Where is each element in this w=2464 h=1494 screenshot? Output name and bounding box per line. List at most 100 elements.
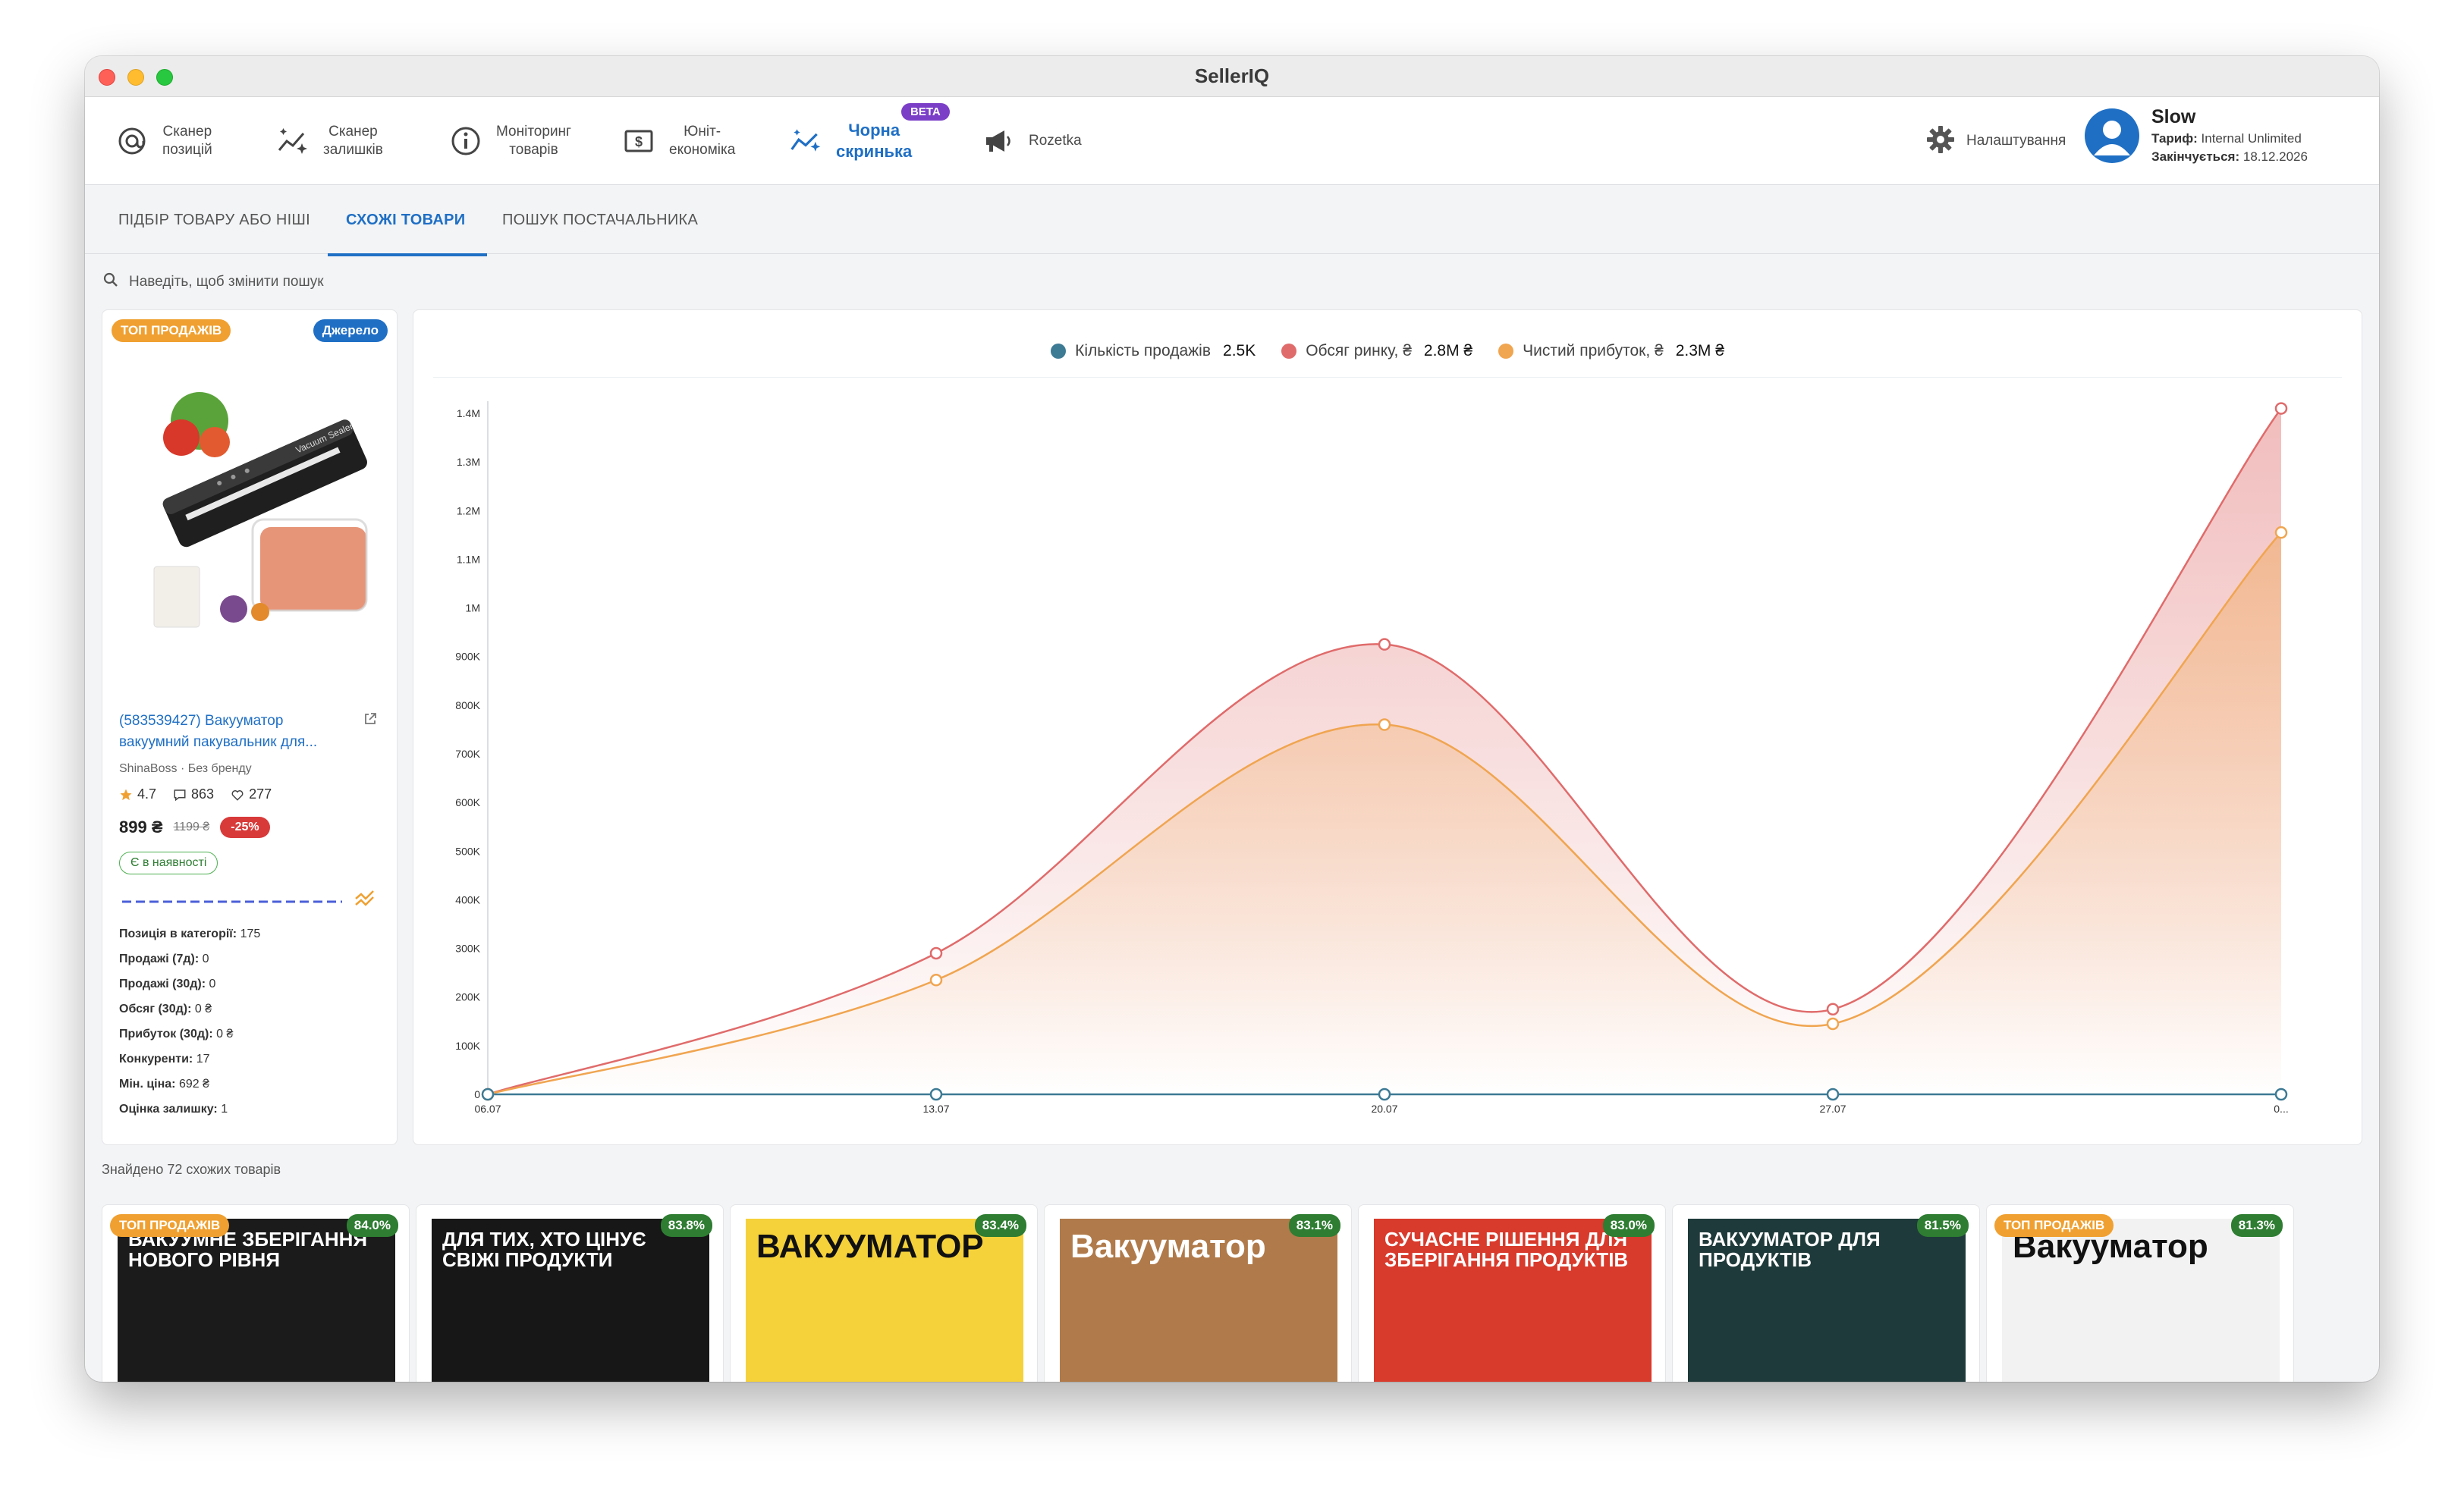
user-expires: Закінчується: 18.12.2026 [2151,149,2308,164]
zoom-window-button[interactable] [156,69,173,86]
y-tick-label: 200K [455,991,480,1003]
search-bar[interactable]: Наведіть, щоб змінити пошук [103,265,324,299]
similar-product-card[interactable]: Вакууматор 83.1% [1044,1204,1352,1382]
similar-product-image: ВАКУУМАТОР ДЛЯ ПРОДУКТІВ [1688,1219,1966,1382]
window-title: SellerIQ [1194,64,1270,87]
y-tick-label: 800K [455,699,480,711]
title-bar: SellerIQ [85,56,2379,97]
star-icon [120,789,132,800]
tab-similar-products[interactable]: СХОЖІ ТОВАРИ [346,186,465,254]
nav-label: Чорна скринька [836,121,913,161]
area-chart[interactable]: 0 100K 200K 300K 400K 500K 600K 700K 800K 900K 1M 1… [413,310,2363,1146]
y-tick-label: 1M [466,602,480,614]
similar-product-image: Вакууматор [1060,1219,1337,1382]
data-point [2274,402,2288,415]
data-point [1826,1088,1840,1101]
product-title-link[interactable]: (583539427) Вакууматор вакуумний пакувал… [119,711,347,753]
similar-product-image: ДЛЯ ТИХ, ХТО ЦІНУЄ СВІЖІ ПРОДУКТИ [432,1219,709,1382]
close-window-button[interactable] [99,69,115,86]
user-name: Slow [2151,106,2196,127]
similar-product-image-text: ВАКУУМАТОР ДЛЯ ПРОДУКТІВ [1699,1228,1881,1272]
svg-text:$: $ [635,134,643,149]
similar-product-card[interactable]: ВАКУУМНЕ ЗБЕРІГАННЯ НОВОГО РІВНЯ 84.0% ТОП… [102,1204,410,1382]
search-icon [103,272,118,292]
user-profile[interactable]: Slow Тариф: Internal Unlimited Закінчуєт… [2085,106,2308,165]
similar-product-card[interactable]: СУЧАСНЕ РІШЕННЯ ДЛЯ ЗБЕРІГАННЯ ПРОДУКТІВ… [1358,1204,1666,1382]
settings-button[interactable]: Налаштування [1925,97,2066,185]
dollar-box-icon: $ [622,124,655,158]
source-badge: Джерело [313,319,388,342]
y-tick-label: 600K [455,796,480,808]
data-point [1378,638,1391,651]
metric-row: Продажі (30д): 0 [119,978,216,990]
y-tick-label: 100K [455,1040,480,1052]
similar-product-card[interactable]: Вакууматор 81.3% ТОП ПРОДАЖІВ [1986,1204,2294,1382]
similar-product-card[interactable]: ДЛЯ ТИХ, ХТО ЦІНУЄ СВІЖІ ПРОДУКТИ 83.8% [416,1204,724,1382]
nav-black-box[interactable]: Чорна скринька [789,97,912,185]
similarity-score-badge: 83.1% [1288,1214,1340,1237]
similar-product-image: ВАКУУМНЕ ЗБЕРІГАННЯ НОВОГО РІВНЯ [118,1219,395,1382]
nav-label: Юніт- економіка [669,124,736,158]
user-plan: Тариф: Internal Unlimited [2151,131,2302,146]
y-tick-label: 1.4M [457,407,480,419]
similar-product-image-text: СУЧАСНЕ РІШЕННЯ ДЛЯ ЗБЕРІГАННЯ ПРОДУКТІВ [1384,1228,1629,1272]
nav-unit-economics[interactable]: $ Юніт- економіка [622,97,735,185]
y-tick-label: 300K [455,943,480,955]
x-tick-label: 20.07 [1371,1103,1397,1115]
source-product-card: ТОП ПРОДАЖІВ Джерело Vacuum Sealer (5835… [102,309,398,1145]
data-point [2274,1088,2288,1101]
heart-icon [231,789,244,801]
subtabs: ПІДБІР ТОВАРУ АБО НІШІ СХОЖІ ТОВАРИ ПОШУ… [85,186,2379,254]
nav-stock-scanner[interactable]: Сканер залишків [276,97,383,185]
data-point [929,1088,943,1101]
trend-sparkle-icon [789,124,822,158]
metric-row: Обсяг (30д): 0 ₴ [119,1003,212,1015]
sales-sparkline [122,900,342,903]
active-tab-indicator [328,253,487,256]
at-target-icon [115,124,149,158]
price-block: 899 ₴ 1199 ₴ -25% [119,817,270,838]
megaphone-icon [982,124,1015,158]
search-placeholder: Наведіть, щоб змінити пошук [129,274,324,290]
discount-badge: -25% [220,817,270,838]
settings-label: Налаштування [1966,133,2066,149]
comment-icon [174,789,186,801]
similar-product-card[interactable]: ВАКУУМАТОР ДЛЯ ПРОДУКТІВ 81.5% [1672,1204,1980,1382]
y-tick-label: 700K [455,748,480,760]
beta-badge: BETA [901,103,950,121]
similar-product-image-text: ВАКУУМАТОР [756,1228,984,1265]
gear-icon [1925,124,1956,159]
external-link-icon[interactable] [363,712,377,730]
similar-count-text: Знайдено 72 схожих товарів [102,1162,281,1177]
product-image[interactable]: Vacuum Sealer [131,368,374,633]
y-tick-label: 400K [455,893,480,906]
similar-product-image-text: ДЛЯ ТИХ, ХТО ЦІНУЄ СВІЖІ ПРОДУКТИ [442,1228,646,1272]
y-tick-label: 500K [455,845,480,857]
trend-icon[interactable] [354,888,376,913]
nav-position-scanner[interactable]: Сканер позицій [115,97,212,185]
nav-rozetka[interactable]: Rozetka [982,97,1082,185]
similarity-score-badge: 83.4% [974,1214,1026,1237]
top-navigation: Сканер позицій Сканер залишків Моніторин… [85,97,2379,185]
similar-product-image: Вакууматор [2002,1219,2280,1382]
top-sales-badge: ТОП ПРОДАЖІВ [1994,1214,2114,1237]
metric-row: Прибуток (30д): 0 ₴ [119,1028,234,1040]
minimize-window-button[interactable] [127,69,144,86]
series-area [488,532,2281,1094]
similar-product-image: СУЧАСНЕ РІШЕННЯ ДЛЯ ЗБЕРІГАННЯ ПРОДУКТІВ [1374,1219,1652,1382]
y-tick-label: 1.2M [457,504,480,516]
tab-product-niche[interactable]: ПІДБІР ТОВАРУ АБО НІШІ [118,186,310,254]
y-tick-label: 1.1M [457,553,480,565]
similar-product-card[interactable]: ВАКУУМАТОР 83.4% [730,1204,1038,1382]
similarity-score-badge: 83.0% [1602,1214,1655,1237]
data-point [481,1088,495,1101]
metric-row: Мін. ціна: 692 ₴ [119,1078,209,1091]
nav-product-monitoring[interactable]: Моніторинг товарів [449,97,571,185]
tab-supplier-search[interactable]: ПОШУК ПОСТАЧАЛЬНИКА [502,186,698,254]
x-tick-label: 06.07 [474,1103,501,1115]
data-point [1378,1088,1391,1101]
data-point [1826,1017,1840,1031]
top-sales-badge: ТОП ПРОДАЖІВ [110,1214,230,1237]
x-tick-label: 0... [2274,1103,2288,1115]
product-stats: 4.7 863 277 [119,786,272,802]
